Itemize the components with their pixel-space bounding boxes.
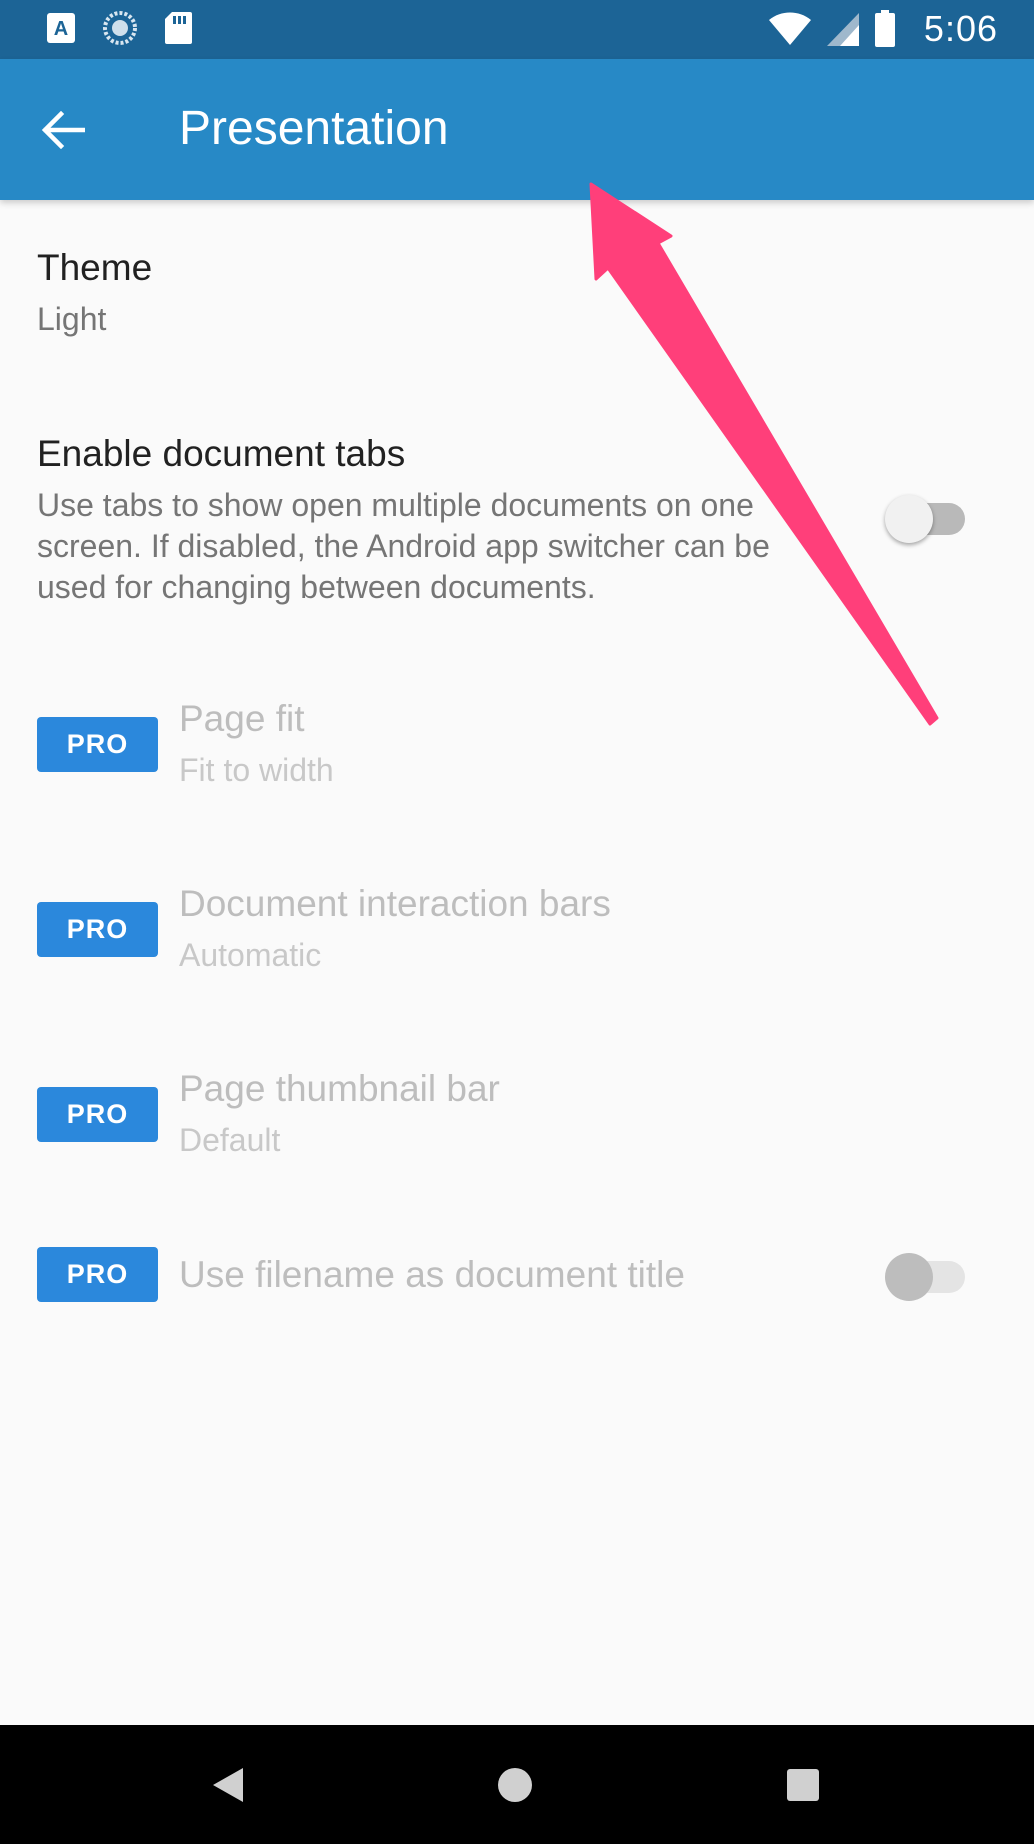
back-triangle-icon [213, 1767, 243, 1802]
page-title: Presentation [179, 102, 449, 155]
page-fit-preference[interactable]: PRO Page fit Fit to width [0, 660, 1034, 845]
sd-card-icon [165, 12, 192, 44]
nav-back-button[interactable] [168, 1725, 288, 1844]
theme-summary: Light [37, 301, 107, 337]
status-time: 5:06 [923, 8, 998, 49]
signal-icon [826, 13, 859, 46]
status-bar: A 5:06 [0, 0, 1034, 59]
status-left-icons: A [46, 10, 192, 46]
pro-badge: PRO [37, 717, 158, 772]
theme-preference[interactable]: Theme Light [0, 200, 1034, 370]
filename-title-title: Use filename as document title [179, 1254, 685, 1295]
svg-text:A: A [54, 18, 68, 40]
nav-recents-button[interactable] [743, 1725, 863, 1844]
back-button[interactable] [30, 97, 96, 163]
pro-badge: PRO [37, 902, 158, 957]
interaction-bars-preference[interactable]: PRO Document interaction bars Automatic [0, 845, 1034, 1030]
document-tabs-switch[interactable] [885, 493, 969, 543]
wifi-icon [768, 12, 811, 45]
page-fit-title: Page fit [179, 698, 305, 739]
pro-badge: PRO [37, 1087, 158, 1142]
pro-badge: PRO [37, 1247, 158, 1302]
recents-square-icon [787, 1768, 819, 1801]
navigation-bar [0, 1725, 1034, 1844]
home-circle-icon [498, 1767, 532, 1802]
status-right-icons: 5:06 [768, 8, 998, 50]
document-tabs-title: Enable document tabs [37, 433, 406, 474]
arrow-back-icon [41, 111, 85, 149]
filename-title-switch[interactable] [885, 1251, 969, 1301]
thumbnail-bar-summary: Default [179, 1122, 281, 1158]
filename-title-preference[interactable]: PRO Use filename as document title [0, 1215, 1034, 1355]
thumbnail-bar-preference[interactable]: PRO Page thumbnail bar Default [0, 1030, 1034, 1215]
document-tabs-summary: Use tabs to show open multiple documents… [37, 487, 770, 605]
thumbnail-bar-title: Page thumbnail bar [179, 1068, 500, 1109]
interaction-bars-summary: Automatic [179, 937, 322, 973]
switch-thumb [885, 495, 933, 543]
font-a-icon: A [47, 13, 75, 43]
interaction-bars-title: Document interaction bars [179, 883, 611, 924]
page-fit-summary: Fit to width [179, 752, 334, 788]
sync-progress-icon [103, 11, 137, 45]
document-tabs-preference[interactable]: Enable document tabs Use tabs to show op… [0, 370, 1034, 660]
nav-home-button[interactable] [455, 1725, 575, 1844]
battery-icon [874, 10, 895, 47]
theme-title: Theme [37, 247, 153, 288]
screen: A 5:06 Presentation Theme Light Enable d… [0, 0, 1034, 1844]
switch-thumb [885, 1253, 933, 1301]
app-bar: Presentation [0, 59, 1034, 200]
